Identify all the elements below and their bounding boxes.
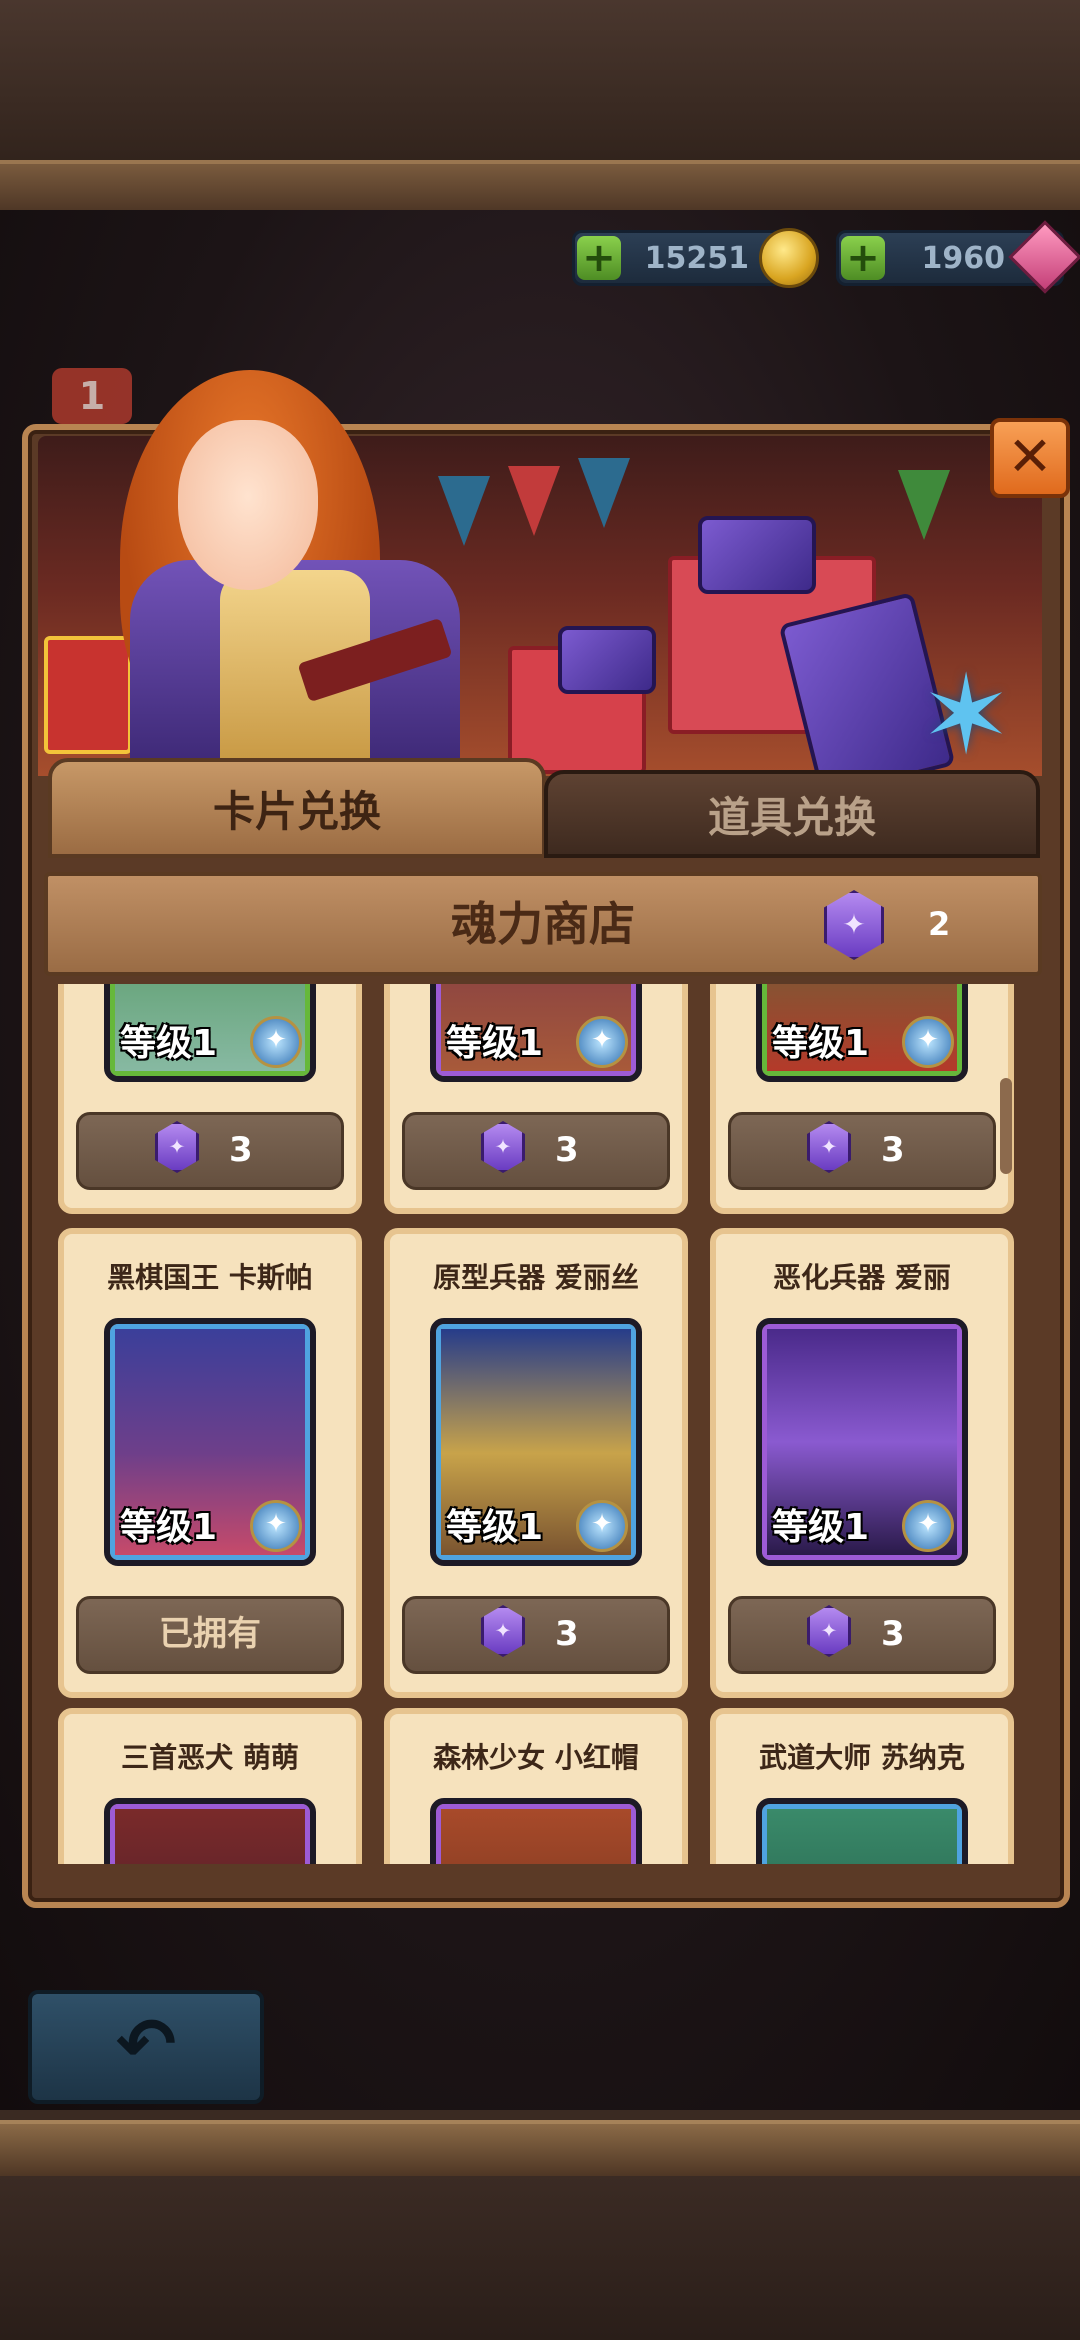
- card-level: 等级1: [446, 1507, 544, 1548]
- hero-card: [756, 1798, 968, 1864]
- owned-text: 已拥有: [159, 1614, 261, 1654]
- shop-title: 魂力商店: [451, 897, 635, 951]
- tab-card-exchange[interactable]: 卡片兑换: [48, 758, 546, 858]
- item-grid[interactable]: 等级1 ✦ 3 等级1 ✦ 3 等级1 ✦ 3: [46, 984, 1026, 1864]
- soul-gem-icon: [481, 1121, 525, 1173]
- shop-item[interactable]: 黑棋国王 卡斯帕 等级1 ✦ 已拥有: [58, 1228, 362, 1698]
- item-name: 三首恶犬 萌萌: [121, 1741, 299, 1774]
- gem-currency: + 1960: [836, 220, 1080, 294]
- bottom-background: [0, 2176, 1080, 2340]
- soul-gem-icon: [807, 1605, 851, 1657]
- item-name: 恶化兵器 爱丽: [773, 1261, 951, 1294]
- bunting-flag: [438, 476, 490, 546]
- owned-label: 已拥有: [76, 1596, 344, 1674]
- card-level: 等级1: [120, 1023, 218, 1064]
- shop-item[interactable]: 等级1 ✦ 3: [58, 984, 362, 1214]
- card-pack: [698, 516, 816, 594]
- add-gold-button[interactable]: +: [577, 236, 621, 280]
- hero-card: 等级1 ✦: [104, 984, 316, 1082]
- shop-item[interactable]: 武道大师 苏纳克: [710, 1708, 1014, 1864]
- shop-item[interactable]: 森林少女 小红帽: [384, 1708, 688, 1864]
- hero-card: 等级1 ✦: [430, 1318, 642, 1566]
- buy-button[interactable]: 3: [402, 1596, 670, 1674]
- bottom-rail: [0, 2120, 1080, 2180]
- card-art: [767, 1809, 957, 1864]
- shop-item[interactable]: 三首恶犬 萌萌: [58, 1708, 362, 1864]
- back-arrow-icon: ↶: [115, 2002, 177, 2086]
- buy-button[interactable]: 3: [728, 1112, 996, 1190]
- card-level: 等级1: [772, 1507, 870, 1548]
- hero-card: 等级1 ✦: [104, 1318, 316, 1566]
- shop-item[interactable]: 原型兵器 爱丽丝 等级1 ✦ 3: [384, 1228, 688, 1698]
- shop-item[interactable]: 恶化兵器 爱丽 等级1 ✦ 3: [710, 1228, 1014, 1698]
- soul-gem-icon: [807, 1121, 851, 1173]
- item-name: 黑棋国王 卡斯帕: [107, 1261, 313, 1294]
- close-icon: ✕: [1007, 425, 1053, 488]
- soul-gem-icon: [155, 1121, 199, 1173]
- bunting-flag: [898, 470, 950, 540]
- card-art: [441, 1809, 631, 1864]
- star-badge-icon: ✦: [250, 1500, 302, 1552]
- hero-card: 等级1 ✦: [430, 984, 642, 1082]
- back-button[interactable]: ↶: [28, 1990, 264, 2104]
- star-icon: ✶: [920, 651, 1013, 779]
- item-name: 原型兵器 爱丽丝: [433, 1261, 639, 1294]
- gold-currency: + 15251: [572, 228, 819, 288]
- buy-button[interactable]: 3: [728, 1596, 996, 1674]
- buy-button[interactable]: 3: [76, 1112, 344, 1190]
- shop-item[interactable]: 等级1 ✦ 3: [710, 984, 1014, 1214]
- card-level: 等级1: [446, 1023, 544, 1064]
- hero-card: 等级1 ✦: [756, 1318, 968, 1566]
- buy-button[interactable]: 3: [402, 1112, 670, 1190]
- bunting-flag: [578, 458, 630, 528]
- price-value: 3: [555, 1614, 579, 1654]
- bunting-flag: [508, 466, 560, 536]
- star-badge-icon: ✦: [250, 1016, 302, 1068]
- grid-scrollbar[interactable]: [1000, 1078, 1012, 1174]
- background-badge: 1: [52, 368, 132, 424]
- gift-box: [44, 636, 132, 754]
- shop-item[interactable]: 等级1 ✦ 3: [384, 984, 688, 1214]
- star-badge-icon: ✦: [576, 1016, 628, 1068]
- price-value: 3: [229, 1130, 253, 1170]
- add-gem-button[interactable]: +: [841, 236, 885, 280]
- price-value: 3: [881, 1614, 905, 1654]
- card-pack: [558, 626, 656, 694]
- hero-card: 等级1 ✦: [756, 984, 968, 1082]
- gold-coin-icon: [759, 228, 819, 288]
- hero-card: [104, 1798, 316, 1864]
- card-level: 等级1: [772, 1023, 870, 1064]
- merchant-face: [178, 420, 318, 590]
- hero-card: [430, 1798, 642, 1864]
- price-value: 3: [555, 1130, 579, 1170]
- star-badge-icon: ✦: [902, 1016, 954, 1068]
- item-name: 森林少女 小红帽: [433, 1741, 639, 1774]
- close-button[interactable]: ✕: [990, 418, 1070, 498]
- item-name: 武道大师 苏纳克: [759, 1741, 965, 1774]
- price-value: 3: [881, 1130, 905, 1170]
- star-badge-icon: ✦: [902, 1500, 954, 1552]
- card-level: 等级1: [120, 1507, 218, 1548]
- card-art: [115, 1809, 305, 1864]
- shop-header: 魂力商店 2: [44, 872, 1042, 976]
- soul-gem-icon: [481, 1605, 525, 1657]
- tab-item-exchange[interactable]: 道具兑换: [544, 770, 1040, 858]
- star-badge-icon: ✦: [576, 1500, 628, 1552]
- soul-count: 2: [928, 905, 951, 943]
